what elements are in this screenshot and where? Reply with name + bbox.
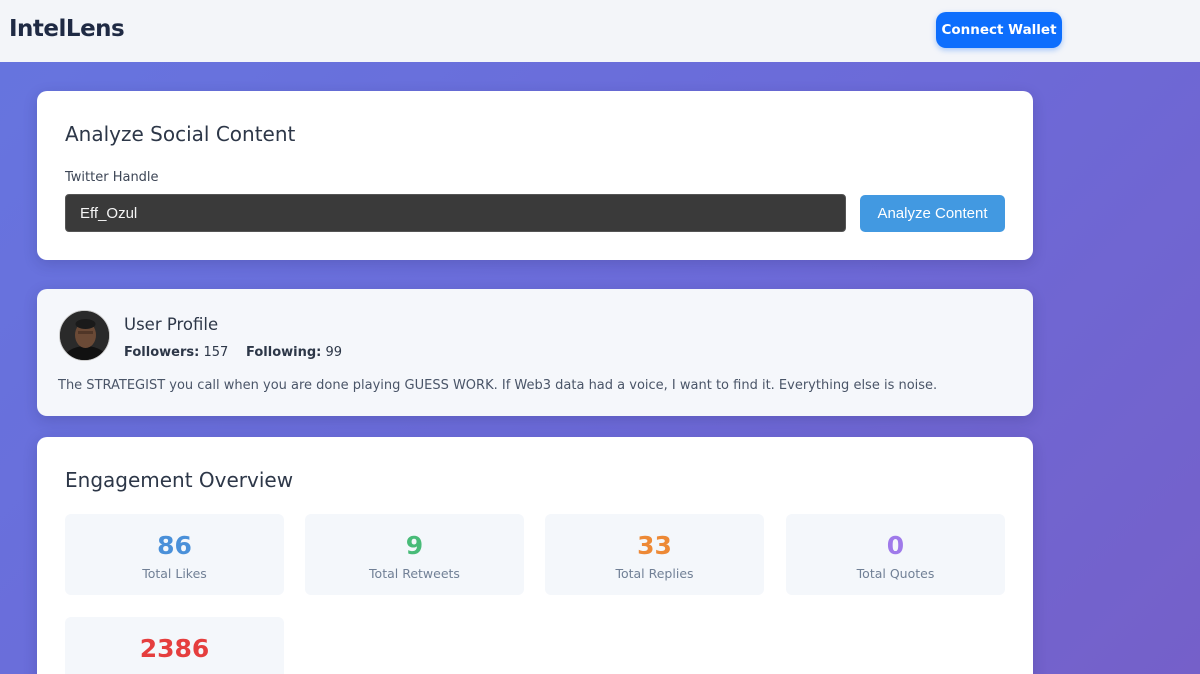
metric-total-retweets: 9 Total Retweets: [305, 514, 524, 595]
following-stat: Following: 99: [246, 345, 342, 360]
avatar: [59, 310, 110, 361]
engagement-overview-card: Engagement Overview 86 Total Likes 9 Tot…: [37, 437, 1033, 674]
followers-stat: Followers: 157: [124, 345, 228, 360]
connect-wallet-button[interactable]: Connect Wallet: [936, 12, 1062, 48]
engagement-title: Engagement Overview: [65, 468, 294, 492]
analyze-card: Analyze Social Content Twitter Handle Ef…: [37, 91, 1033, 260]
avatar-image: [60, 311, 109, 360]
metric-total-impressions: 2386: [65, 617, 284, 674]
user-profile-card: User Profile Followers: 157 Following: 9…: [37, 289, 1033, 416]
followers-count: 157: [203, 345, 229, 360]
metric-label: Total Quotes: [856, 566, 935, 581]
profile-bio: The STRATEGIST you call when you are don…: [58, 378, 938, 393]
app-logo[interactable]: IntelLens: [9, 16, 125, 42]
analyze-title: Analyze Social Content: [65, 122, 296, 146]
metric-label: Total Replies: [615, 566, 694, 581]
metric-total-quotes: 0 Total Quotes: [786, 514, 1005, 595]
profile-title: User Profile: [124, 315, 219, 334]
top-navbar: IntelLens Connect Wallet: [0, 0, 1200, 62]
metric-total-replies: 33 Total Replies: [545, 514, 764, 595]
analyze-content-button[interactable]: Analyze Content: [860, 195, 1005, 232]
metric-label: Total Likes: [142, 566, 207, 581]
metric-label: Total Retweets: [369, 566, 460, 581]
following-label: Following:: [246, 345, 322, 360]
metric-value: 33: [637, 531, 672, 560]
followers-label: Followers:: [124, 345, 200, 360]
metric-value: 2386: [139, 634, 210, 663]
twitter-handle-label: Twitter Handle: [65, 170, 159, 185]
following-count: 99: [325, 345, 343, 360]
metric-value: 0: [886, 531, 905, 560]
metric-value: 86: [157, 531, 192, 560]
twitter-handle-input[interactable]: Eff_Ozul: [65, 194, 846, 232]
metric-value: 9: [405, 531, 424, 560]
metric-total-likes: 86 Total Likes: [65, 514, 284, 595]
